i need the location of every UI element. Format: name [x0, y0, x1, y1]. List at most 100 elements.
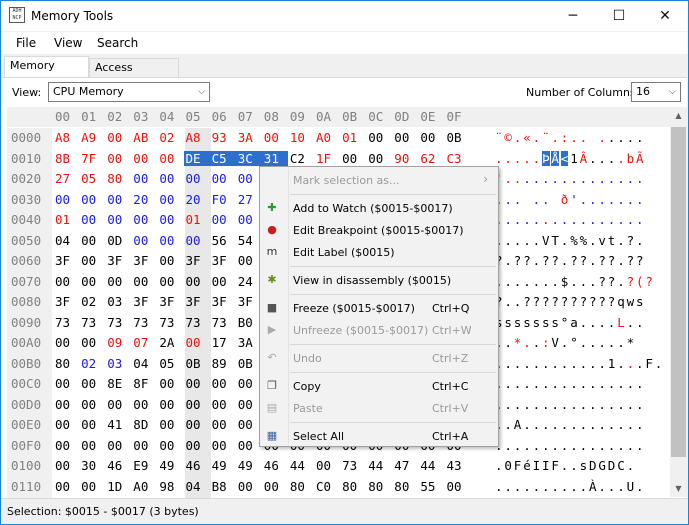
hex-byte[interactable]: DE	[183, 150, 210, 166]
hex-byte[interactable]: 00	[157, 233, 176, 248]
ascii-char[interactable]: D	[589, 458, 597, 473]
ascii-char[interactable]	[589, 130, 597, 145]
menu-item-undo[interactable]: ↶ Undo Ctrl+Z	[260, 347, 498, 369]
hex-byte[interactable]: 00	[236, 438, 255, 453]
tab-memory-viewer[interactable]: Memory Viewer	[4, 56, 89, 90]
hex-byte[interactable]: 00	[79, 438, 98, 453]
ascii-char[interactable]: .	[617, 151, 625, 166]
menu-search[interactable]: Search	[97, 36, 138, 50]
hex-byte[interactable]: 3F	[131, 294, 150, 309]
hex-byte[interactable]: 00	[53, 417, 72, 432]
ascii-char[interactable]: .	[514, 274, 522, 289]
hex-byte[interactable]: 00	[210, 171, 229, 186]
ascii-char[interactable]: .	[551, 356, 559, 371]
ascii-char[interactable]: .	[504, 274, 512, 289]
ascii-char[interactable]: .	[514, 130, 522, 145]
hex-byte[interactable]: 00	[131, 212, 150, 227]
hex-byte[interactable]: 49	[210, 458, 229, 473]
ascii-char[interactable]: .	[514, 192, 522, 207]
ascii-char[interactable]: .	[627, 458, 635, 473]
ascii-char[interactable]: .	[551, 171, 559, 186]
hex-byte[interactable]: 3C	[235, 150, 262, 166]
ascii-char[interactable]: A	[514, 417, 522, 432]
ascii-char[interactable]: .	[636, 130, 644, 145]
ascii-char[interactable]: .	[598, 417, 606, 432]
hex-byte[interactable]: 00	[79, 479, 98, 494]
ascii-char[interactable]: .	[542, 192, 550, 207]
ascii-char[interactable]: «	[523, 130, 531, 145]
scroll-up-icon[interactable]: ▲	[670, 107, 687, 124]
ascii-char[interactable]: .	[514, 171, 522, 186]
hex-byte[interactable]: 00	[79, 274, 98, 289]
ascii-char[interactable]: .	[608, 212, 616, 227]
ascii-char[interactable]: :	[561, 130, 569, 145]
hex-byte[interactable]: C0	[314, 479, 333, 494]
hex-byte[interactable]: 01	[184, 212, 203, 227]
hex-byte[interactable]: 00	[157, 376, 176, 391]
hex-byte[interactable]: 00	[157, 438, 176, 453]
hex-byte[interactable]: 3A	[236, 335, 255, 350]
ascii-char[interactable]: q	[617, 294, 625, 309]
hex-byte[interactable]: 00	[53, 438, 72, 453]
hex-byte[interactable]: A9	[79, 130, 98, 145]
ascii-char[interactable]: .	[617, 438, 625, 453]
hex-byte[interactable]: 73	[53, 315, 72, 330]
ascii-char[interactable]: ?	[645, 274, 653, 289]
ascii-char[interactable]: ð	[561, 192, 569, 207]
hex-byte[interactable]: C3	[445, 151, 464, 166]
hex-byte[interactable]: 00	[131, 438, 150, 453]
hex-byte[interactable]: 10	[288, 130, 307, 145]
ascii-char[interactable]: .	[580, 130, 588, 145]
hex-byte[interactable]: 80	[288, 479, 307, 494]
hex-byte[interactable]: 00	[131, 397, 150, 412]
hex-byte[interactable]: 00	[157, 171, 176, 186]
ascii-char[interactable]: .	[589, 397, 597, 412]
ascii-char[interactable]: .	[523, 376, 531, 391]
ascii-char[interactable]: .	[570, 479, 578, 494]
ascii-char[interactable]: :	[542, 335, 550, 350]
menu-item-freeze[interactable]: ■ Freeze ($0015-$0017) Ctrl+Q	[260, 297, 498, 319]
ascii-char[interactable]: ?	[608, 253, 616, 268]
hex-byte[interactable]: 00	[236, 417, 255, 432]
hex-byte[interactable]: 00	[184, 335, 203, 350]
ascii-char[interactable]: .	[589, 192, 597, 207]
ascii-char[interactable]: .	[608, 376, 616, 391]
ascii-char[interactable]: ?	[551, 294, 559, 309]
hex-byte[interactable]: 00	[53, 335, 72, 350]
ascii-char[interactable]: ?	[598, 294, 606, 309]
hex-byte[interactable]: AB	[131, 130, 150, 145]
ascii-char[interactable]: .	[561, 212, 569, 227]
hex-byte[interactable]: 02	[79, 294, 98, 309]
vertical-scrollbar[interactable]: ▲ ▼	[670, 107, 687, 497]
hex-byte[interactable]: 00	[131, 274, 150, 289]
menu-item-edit-breakpoint[interactable]: ● Edit Breakpoint ($0015-$0017)	[260, 219, 498, 241]
ascii-char[interactable]: .	[570, 458, 578, 473]
ascii-char[interactable]: .	[589, 212, 597, 227]
hex-byte[interactable]: 00	[210, 417, 229, 432]
ascii-char[interactable]: ?	[627, 274, 635, 289]
ascii-char[interactable]: %	[580, 233, 588, 248]
ascii-char[interactable]: .	[617, 417, 625, 432]
ascii-char[interactable]: ?	[533, 294, 541, 309]
hex-byte[interactable]: 00	[131, 233, 150, 248]
ascii-char[interactable]: .	[617, 192, 625, 207]
ascii-char[interactable]: .	[533, 274, 541, 289]
ascii-char[interactable]: .	[608, 171, 616, 186]
ascii-char[interactable]: .	[514, 479, 522, 494]
ascii-char[interactable]: .	[627, 397, 635, 412]
view-select[interactable]: CPU Memory ⌵	[48, 82, 210, 102]
hex-byte[interactable]: 8F	[131, 376, 150, 391]
ascii-char[interactable]: C	[617, 458, 625, 473]
ascii-char[interactable]: ?	[636, 253, 644, 268]
hex-byte[interactable]: 30	[79, 458, 98, 473]
hex-byte[interactable]: 46	[262, 458, 281, 473]
hex-byte[interactable]: 00	[157, 417, 176, 432]
ascii-char[interactable]: 1	[570, 151, 578, 166]
ascii-char[interactable]: .	[514, 294, 522, 309]
ascii-char[interactable]: .	[617, 171, 625, 186]
hex-byte[interactable]: 3A	[236, 130, 255, 145]
ascii-char[interactable]: .	[589, 417, 597, 432]
ascii-char[interactable]: .	[504, 438, 512, 453]
hex-byte[interactable]: 00	[392, 130, 411, 145]
ascii-char[interactable]: .	[627, 417, 635, 432]
